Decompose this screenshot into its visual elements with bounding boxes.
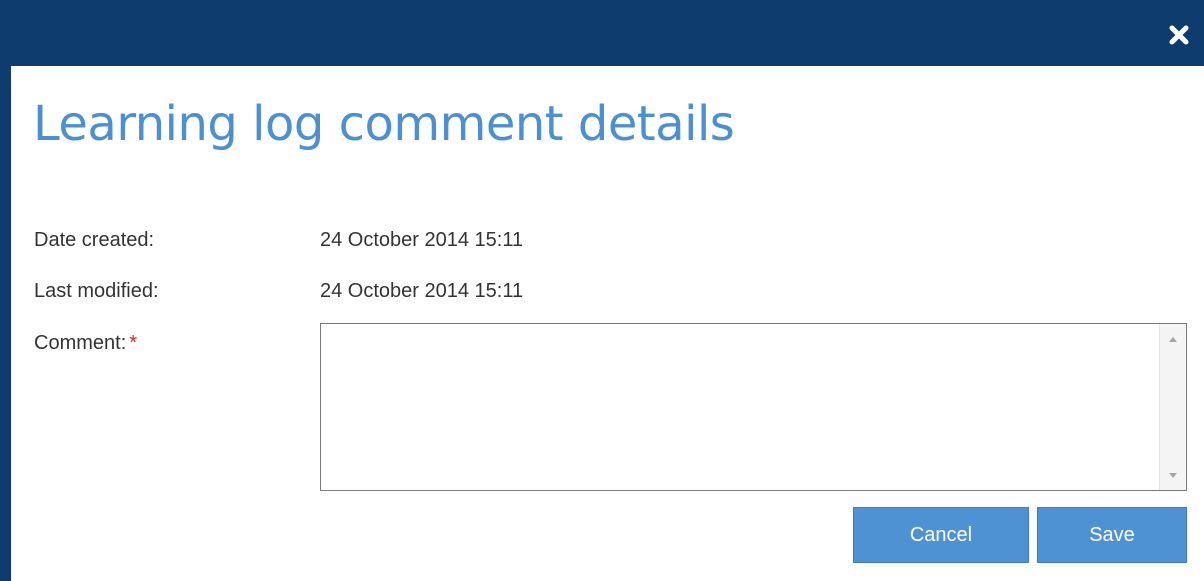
comment-details-dialog: Learning log comment details Date create… — [0, 0, 1204, 581]
cancel-button[interactable]: Cancel — [853, 507, 1029, 563]
scroll-up-icon[interactable] — [1169, 337, 1177, 342]
date-created-label: Date created: — [34, 229, 155, 251]
comment-scrollbar[interactable] — [1159, 324, 1186, 490]
dialog-titlebar — [0, 0, 1204, 66]
scroll-down-icon[interactable] — [1169, 473, 1177, 478]
last-modified-value: 24 October 2014 15:11 — [320, 280, 524, 302]
required-asterisk: * — [129, 332, 138, 354]
last-modified-label: Last modified: — [34, 280, 159, 302]
comment-textarea[interactable] — [321, 324, 1159, 490]
date-created-value: 24 October 2014 15:11 — [320, 229, 524, 251]
comment-label: Comment: * — [34, 331, 137, 355]
save-button[interactable]: Save — [1037, 507, 1187, 563]
comment-field — [320, 323, 1187, 491]
comment-label-text: Comment: — [34, 332, 127, 354]
page-title: Learning log comment details — [33, 96, 735, 152]
close-icon[interactable] — [1168, 24, 1190, 46]
